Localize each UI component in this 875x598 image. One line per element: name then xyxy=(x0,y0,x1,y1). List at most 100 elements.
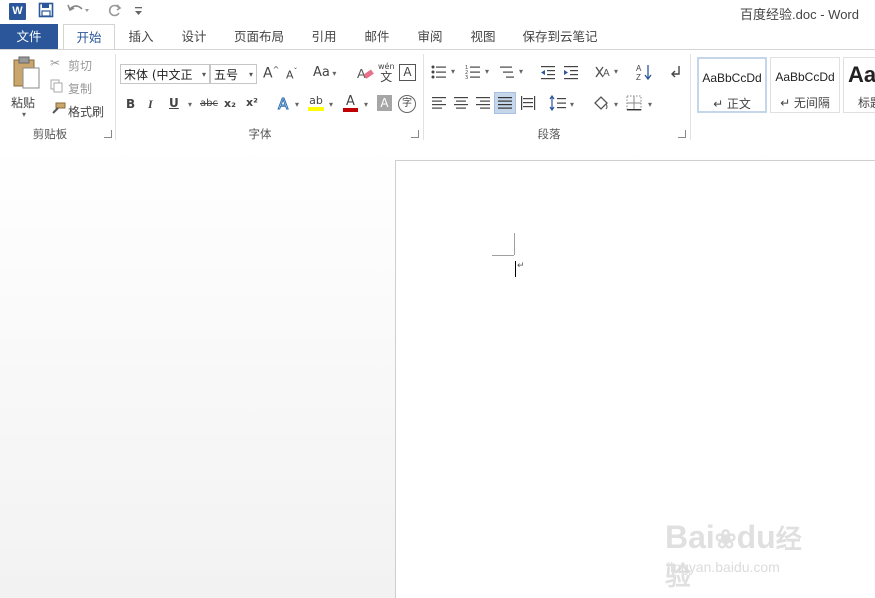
chevron-down-icon: ▾ xyxy=(201,70,206,79)
paragraph-launcher-icon[interactable] xyxy=(678,130,686,138)
align-right-icon[interactable] xyxy=(475,96,491,113)
decrease-indent-icon[interactable] xyxy=(540,64,556,83)
numbering-icon[interactable]: 123 xyxy=(465,64,481,83)
clear-formatting-icon[interactable]: A xyxy=(356,64,374,85)
cut-label: 剪切 xyxy=(68,59,93,73)
font-name-value: 宋体 (中文正 xyxy=(124,68,193,82)
clipboard-group-label: 剪贴板 xyxy=(32,127,68,141)
baidu-jingyan-watermark: Bai❀du经验 jingyan.baidu.com xyxy=(665,505,825,591)
font-color-icon[interactable]: A xyxy=(343,94,358,112)
bullets-icon[interactable] xyxy=(431,64,447,83)
tab-references[interactable]: 引用 xyxy=(303,24,345,49)
paste-button[interactable]: 粘贴 ▾ xyxy=(8,56,42,119)
tab-mailings[interactable]: 邮件 xyxy=(356,24,398,49)
borders-icon[interactable] xyxy=(626,95,642,114)
watermark-url: jingyan.baidu.com xyxy=(667,559,780,575)
bold-button[interactable]: B xyxy=(126,97,135,111)
highlight-icon[interactable]: ab xyxy=(308,94,324,111)
format-painter-button[interactable]: 格式刷 xyxy=(50,102,110,120)
redo-icon[interactable] xyxy=(107,2,123,22)
group-divider xyxy=(423,54,424,140)
change-case-icon[interactable]: Aa ▾ xyxy=(313,65,336,80)
undo-icon[interactable] xyxy=(66,2,90,22)
shading-dropdown-icon[interactable]: ▾ xyxy=(614,100,618,109)
italic-button[interactable]: I xyxy=(148,97,153,112)
style-sample: Aa xyxy=(848,62,875,87)
paw-icon: ❀ xyxy=(714,524,737,554)
document-title: 百度经验.doc - Word xyxy=(740,7,859,22)
style-name: ↵ 正文 xyxy=(713,97,751,111)
enclose-characters-icon[interactable]: 字 xyxy=(398,95,416,113)
ribbon: 粘贴 ▾ ✂ 剪切 复制 格式刷 剪贴板 宋体 (中文正 ▾ 五号 ▾ A^ Aˇ … xyxy=(0,49,875,145)
watermark-brand-2: du xyxy=(736,519,776,555)
font-launcher-icon[interactable] xyxy=(411,130,419,138)
paragraph-shading-icon[interactable] xyxy=(592,94,610,115)
svg-text:3: 3 xyxy=(465,75,468,80)
underline-button[interactable]: U xyxy=(169,96,179,110)
justify-button[interactable] xyxy=(494,92,516,114)
style-no-spacing[interactable]: AaBbCcDd ↵ 无间隔 xyxy=(770,57,840,113)
ribbon-tabs: 文件 开始 插入 设计 页面布局 引用 邮件 审阅 视图 保存到云笔记 xyxy=(0,24,875,50)
svg-text:A: A xyxy=(603,68,610,79)
tab-file[interactable]: 文件 xyxy=(0,24,58,49)
distributed-icon[interactable] xyxy=(520,95,536,114)
multilevel-dropdown-icon[interactable]: ▾ xyxy=(519,67,523,76)
svg-text:Z: Z xyxy=(636,73,641,81)
numbering-dropdown-icon[interactable]: ▾ xyxy=(485,67,489,76)
style-heading[interactable]: Aa 标题 xyxy=(843,57,875,113)
character-shading-icon[interactable]: A xyxy=(377,95,392,111)
show-marks-icon[interactable] xyxy=(670,64,684,83)
borders-dropdown-icon[interactable]: ▾ xyxy=(648,100,652,109)
sort-icon[interactable]: AZ xyxy=(636,63,654,84)
phonetic-guide-icon[interactable]: wén 文 xyxy=(378,62,395,84)
copy-button[interactable]: 复制 xyxy=(50,79,110,97)
watermark-brand: Bai xyxy=(665,519,715,555)
tab-view[interactable]: 视图 xyxy=(462,24,504,49)
font-size-combo[interactable]: 五号 ▾ xyxy=(210,64,257,84)
style-sample: AaBbCcDd xyxy=(702,71,762,85)
font-name-combo[interactable]: 宋体 (中文正 ▾ xyxy=(120,64,210,84)
shrink-font-icon[interactable]: Aˇ xyxy=(286,67,298,82)
save-icon[interactable] xyxy=(38,2,54,22)
asian-layout-dropdown-icon[interactable]: ▾ xyxy=(614,67,618,76)
svg-text:A: A xyxy=(636,64,642,73)
margin-mark-vertical xyxy=(514,233,515,255)
subscript-button[interactable]: x₂ xyxy=(224,97,236,110)
paragraph-group-label: 段落 xyxy=(537,127,561,141)
customize-icon[interactable] xyxy=(134,3,144,21)
increase-indent-icon[interactable] xyxy=(563,64,579,83)
clipboard-icon xyxy=(12,56,42,93)
tab-review[interactable]: 审阅 xyxy=(409,24,451,49)
style-normal[interactable]: AaBbCcDd ↵ 正文 xyxy=(697,57,767,113)
format-painter-icon xyxy=(50,102,66,119)
text-effects-icon[interactable]: A xyxy=(277,95,288,114)
strikethrough-button[interactable]: abc xyxy=(200,98,218,109)
multilevel-list-icon[interactable] xyxy=(499,64,515,83)
text-effects-dropdown-icon[interactable]: ▾ xyxy=(295,100,299,109)
tab-layout[interactable]: 页面布局 xyxy=(228,24,290,49)
tab-design[interactable]: 设计 xyxy=(173,24,215,49)
tab-insert[interactable]: 插入 xyxy=(120,24,162,49)
grow-font-icon[interactable]: A^ xyxy=(263,65,279,82)
underline-dropdown-icon[interactable]: ▾ xyxy=(188,100,192,109)
word-logo-icon[interactable]: W xyxy=(9,3,26,20)
group-divider xyxy=(115,54,116,140)
line-spacing-icon[interactable] xyxy=(549,94,567,114)
clipboard-launcher-icon[interactable] xyxy=(104,130,112,138)
tab-home[interactable]: 开始 xyxy=(63,24,115,50)
paste-dropdown-icon[interactable]: ▾ xyxy=(22,110,26,119)
align-center-icon[interactable] xyxy=(453,96,469,113)
superscript-button[interactable]: x² xyxy=(246,96,258,109)
chevron-down-icon: ▾ xyxy=(248,70,253,79)
asian-layout-icon[interactable]: A xyxy=(594,64,612,83)
highlight-dropdown-icon[interactable]: ▾ xyxy=(329,100,333,109)
bullets-dropdown-icon[interactable]: ▾ xyxy=(451,67,455,76)
line-spacing-dropdown-icon[interactable]: ▾ xyxy=(570,100,574,109)
font-color-dropdown-icon[interactable]: ▾ xyxy=(364,100,368,109)
style-sample: AaBbCcDd xyxy=(775,70,835,84)
cut-button[interactable]: ✂ 剪切 xyxy=(50,56,110,74)
align-left-icon[interactable] xyxy=(431,96,447,113)
character-border-icon[interactable]: A xyxy=(399,64,416,81)
tab-save-to-cloud[interactable]: 保存到云笔记 xyxy=(516,24,604,49)
scissors-icon: ✂ xyxy=(50,56,61,70)
